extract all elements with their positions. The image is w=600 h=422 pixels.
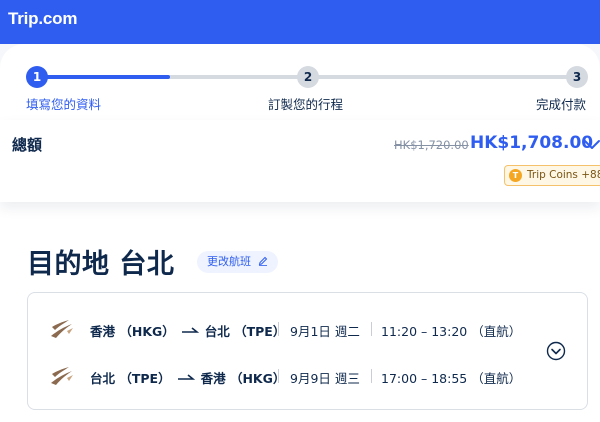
flight-row-return: 台北 （TPE） 香港 （HKG） 9月9日 週三 17:00 – 18:55 （… [28, 362, 587, 392]
booking-stepper: 1 2 3 填寫您的資料 訂製您的行程 完成付款 [0, 44, 600, 122]
arrow-right-icon [181, 327, 199, 333]
route-outbound: 香港 （HKG） 台北 （TPE） [90, 321, 285, 340]
step-1-label: 填寫您的資料 [26, 97, 102, 112]
step-1-circle: 1 [26, 66, 48, 88]
original-price: HK$1,720.00 [394, 138, 469, 152]
divider [278, 322, 279, 336]
flight-summary-card[interactable]: 香港 （HKG） 台北 （TPE） 9月1日 週二 11:20 – 13:20 （… [27, 292, 588, 410]
total-price: HK$1,708.00 [470, 133, 594, 153]
destination-title: 目的地 台北 [27, 249, 175, 280]
origin: 香港 （HKG） [90, 324, 175, 339]
chevron-down-icon[interactable] [583, 137, 600, 151]
divider [278, 369, 279, 383]
destination: 台北 （TPE） [204, 324, 286, 339]
coin-icon: T [509, 169, 522, 182]
airline-logo-icon [51, 367, 73, 385]
site-logo[interactable]: Trip.com [8, 9, 77, 29]
price-summary[interactable]: 總額 HK$1,720.00 HK$1,708.00 T Trip Coins … [0, 120, 600, 202]
arrow-right-icon [177, 374, 195, 380]
flight-row-outbound: 香港 （HKG） 台北 （TPE） 9月1日 週二 11:20 – 13:20 （… [28, 315, 587, 345]
flight-section: 目的地 台北 更改航班 香港 （HKG） 台北 （TPE） 9月1日 週二 11:… [0, 202, 600, 422]
step-3-circle: 3 [566, 66, 588, 88]
origin: 台北 （TPE） [90, 371, 171, 386]
step-2-circle: 2 [297, 66, 319, 88]
destination: 香港 （HKG） [200, 371, 286, 386]
change-flight-label: 更改航班 [207, 255, 251, 268]
step-3-label: 完成付款 [536, 97, 587, 112]
total-label: 總額 [12, 136, 43, 154]
pencil-icon [258, 256, 267, 266]
step-2-label: 訂製您的行程 [268, 97, 344, 112]
flight-date: 9月1日 週二 [290, 324, 360, 339]
flight-date: 9月9日 週三 [290, 371, 360, 386]
route-return: 台北 （TPE） 香港 （HKG） [90, 368, 285, 387]
divider [371, 369, 372, 383]
airline-logo-icon [51, 320, 73, 338]
change-flight-button[interactable]: 更改航班 [197, 251, 278, 273]
divider [371, 322, 372, 336]
expand-circle-icon[interactable] [546, 341, 566, 361]
stepper-progress [38, 75, 170, 79]
trip-coins-badge: T Trip Coins +88 [504, 165, 600, 186]
flight-times: 17:00 – 18:55 （直航） [381, 371, 522, 386]
flight-times: 11:20 – 13:20 （直航） [381, 324, 522, 339]
trip-coins-text: Trip Coins +88 [527, 169, 600, 181]
top-header: Trip.com [0, 0, 600, 44]
